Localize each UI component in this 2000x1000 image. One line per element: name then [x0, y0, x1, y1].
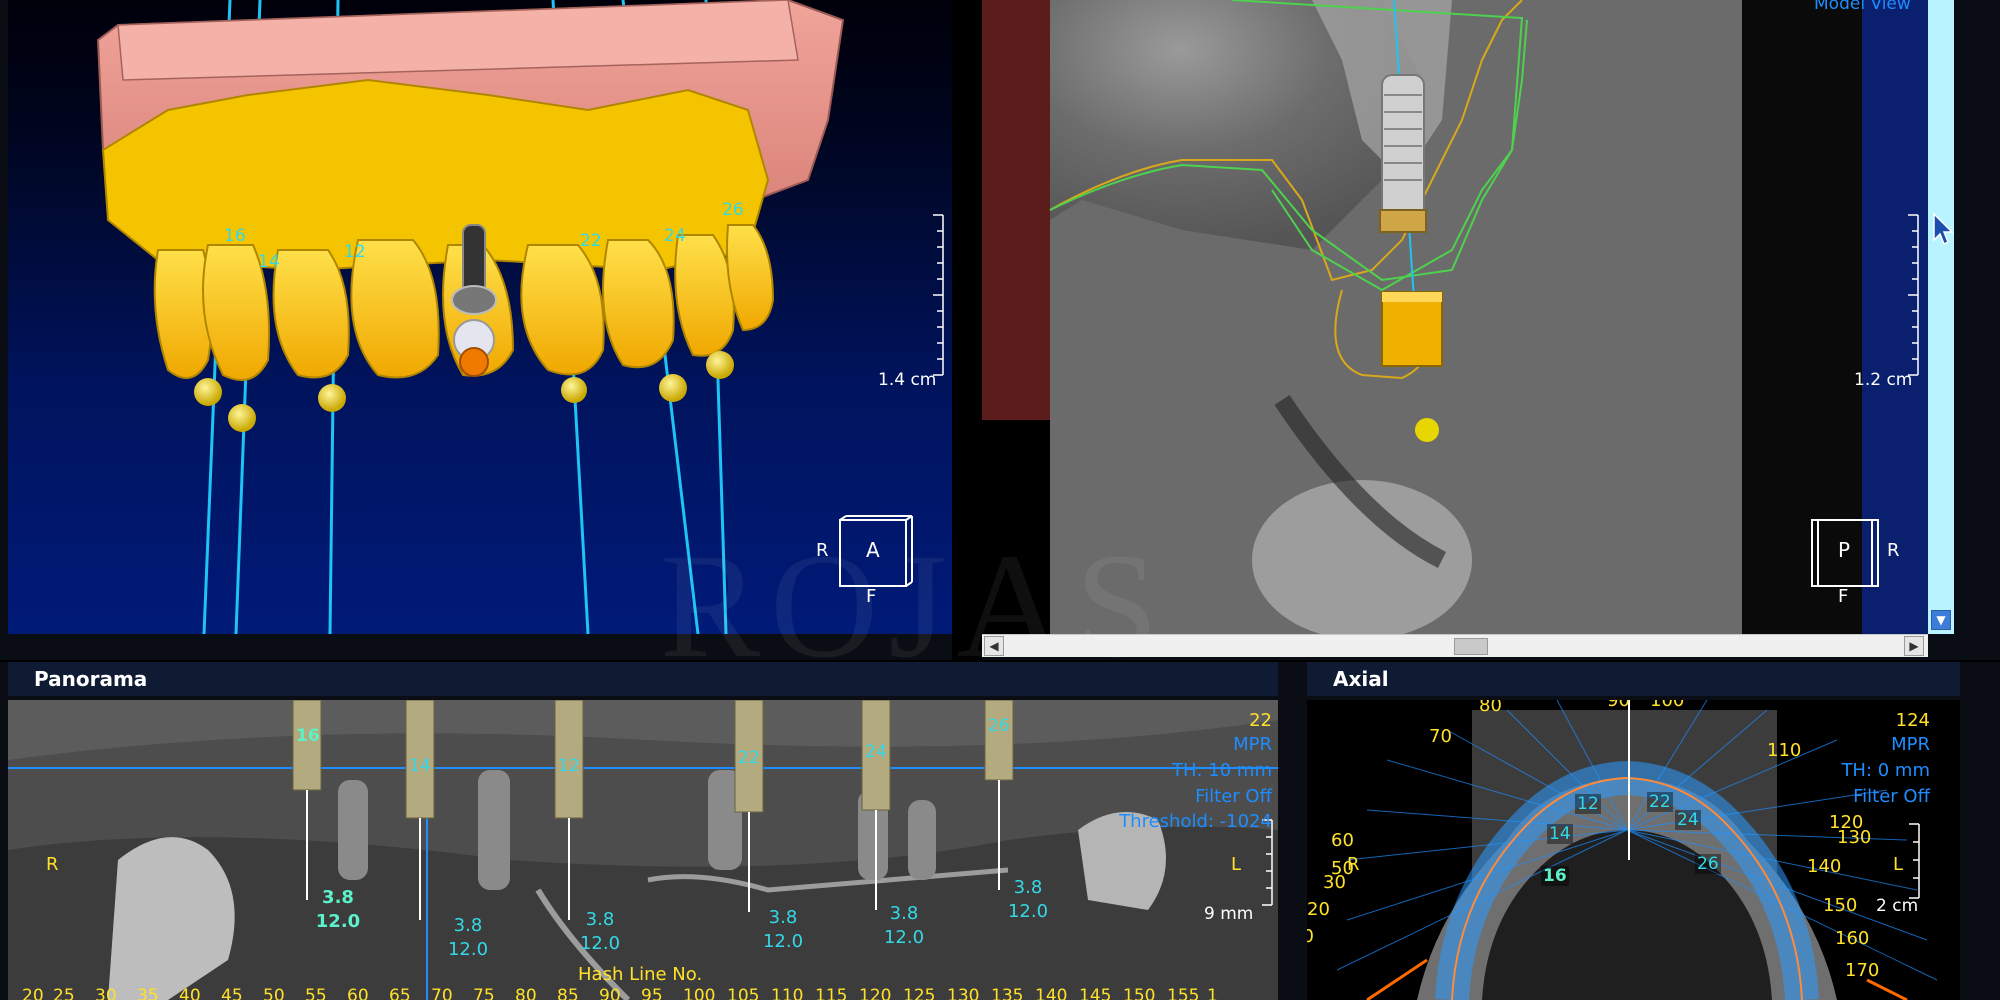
panorama-image: [8, 700, 1278, 1000]
axial-label-22: 22: [1647, 792, 1673, 812]
axial-header: Axial: [1307, 662, 1960, 696]
orient-center: P: [1838, 538, 1851, 562]
arc-num-20: 20: [1307, 899, 1330, 920]
pano-label-24: 24: [865, 742, 887, 762]
axial-thickness: TH: 0 mm: [1841, 760, 1930, 781]
tooth-label-22: 22: [580, 231, 602, 251]
pano-label-22: 22: [738, 748, 760, 768]
arc-num-90: 90: [1607, 700, 1630, 711]
arc-num-170: 170: [1845, 960, 1880, 981]
implant-dims-26: 3.8 12.0: [1007, 877, 1049, 922]
arc-num-130: 130: [1837, 827, 1872, 848]
scroll-right-button[interactable]: ▶: [1904, 636, 1924, 656]
arc-num-160: 160: [1835, 928, 1870, 949]
arc-num-140: 140: [1807, 856, 1842, 877]
axial-label-16: 16: [1541, 866, 1569, 886]
pano-mode: MPR: [1233, 734, 1272, 755]
axial-label-14: 14: [1547, 824, 1573, 844]
axial-side-right: L: [1893, 854, 1904, 875]
pano-label-12: 12: [558, 756, 580, 776]
axial-image: [1307, 700, 1960, 1000]
orient-right: R: [1887, 540, 1900, 561]
pano-side-left: R: [46, 854, 59, 875]
axial-label-26: 26: [1695, 854, 1721, 874]
arc-num-100: 100: [1650, 700, 1685, 711]
tooth-label-16: 16: [224, 226, 246, 246]
implant-dims-16: 3.8 12.0: [315, 887, 361, 932]
pano-thickness: TH: 10 mm: [1171, 760, 1272, 781]
arc-num-150: 150: [1823, 895, 1858, 916]
window-edge: [1960, 0, 2000, 1000]
pano-threshold: Threshold: -1024: [1119, 811, 1272, 832]
implant-dims-14: 3.8 12.0: [447, 915, 489, 960]
watermark: ROJAS: [660, 523, 1169, 689]
axial-mode: MPR: [1891, 734, 1930, 755]
pano-side-right: L: [1231, 854, 1242, 875]
pano-label-14: 14: [409, 756, 431, 776]
scale-label: 1.2 cm: [1854, 370, 1913, 390]
axial-side-left: R: [1347, 854, 1360, 875]
scroll-down-button[interactable]: ▼: [1931, 610, 1951, 630]
arc-num-110: 110: [1767, 740, 1802, 761]
vertical-scrollbar[interactable]: ▼: [1928, 0, 1954, 634]
pano-filter: Filter Off: [1195, 786, 1272, 807]
orient-bottom: F: [1838, 586, 1849, 607]
arc-num-60: 60: [1331, 830, 1354, 851]
axial-label-12: 12: [1575, 794, 1601, 814]
scale-label: 1.4 cm: [878, 370, 937, 390]
arc-num-10: 10: [1307, 926, 1314, 947]
arc-num-30: 30: [1323, 872, 1346, 893]
scale-ruler: [933, 214, 944, 376]
view-axial[interactable]: 80 90 100 70 110 60 120 130 50 30 140 20…: [1307, 700, 1960, 1000]
arc-num-80: 80: [1479, 700, 1502, 716]
axial-filter: Filter Off: [1853, 786, 1930, 807]
view-panorama[interactable]: 16 14 12 22 24 26 3.8 12.0 3.8 12.0 3.8 12.…: [8, 700, 1278, 1000]
implant-dims-22: 3.8 12.0: [762, 907, 804, 952]
tooth-label-26: 26: [722, 200, 744, 220]
axial-label-24: 24: [1675, 810, 1701, 830]
implant-dims-12: 3.8 12.0: [579, 909, 621, 954]
pano-label-26: 26: [988, 716, 1010, 736]
pano-label-16: 16: [296, 726, 320, 746]
tooth-label-14: 14: [258, 252, 280, 272]
arc-num-70: 70: [1429, 726, 1452, 747]
tooth-label-24: 24: [664, 226, 686, 246]
hash-number-row: 20 25 30 35 40 45 50 55 60 65 70 75 80 85 90 95 …: [22, 986, 1218, 1000]
tooth-label-12: 12: [344, 242, 366, 262]
mouse-cursor-icon: [1933, 212, 1954, 246]
implant-dims-24: 3.8 12.0: [883, 903, 925, 948]
model-view-label: Model View: [1814, 0, 1911, 14]
hash-line-label: Hash Line No.: [578, 964, 703, 985]
scroll-thumb[interactable]: [1454, 638, 1488, 655]
axial-slice-number: 124: [1895, 710, 1930, 731]
axial-scale-label: 2 cm: [1876, 896, 1919, 916]
pano-scale-label: 9 mm: [1204, 904, 1254, 924]
pano-slice-number: 22: [1249, 710, 1272, 731]
